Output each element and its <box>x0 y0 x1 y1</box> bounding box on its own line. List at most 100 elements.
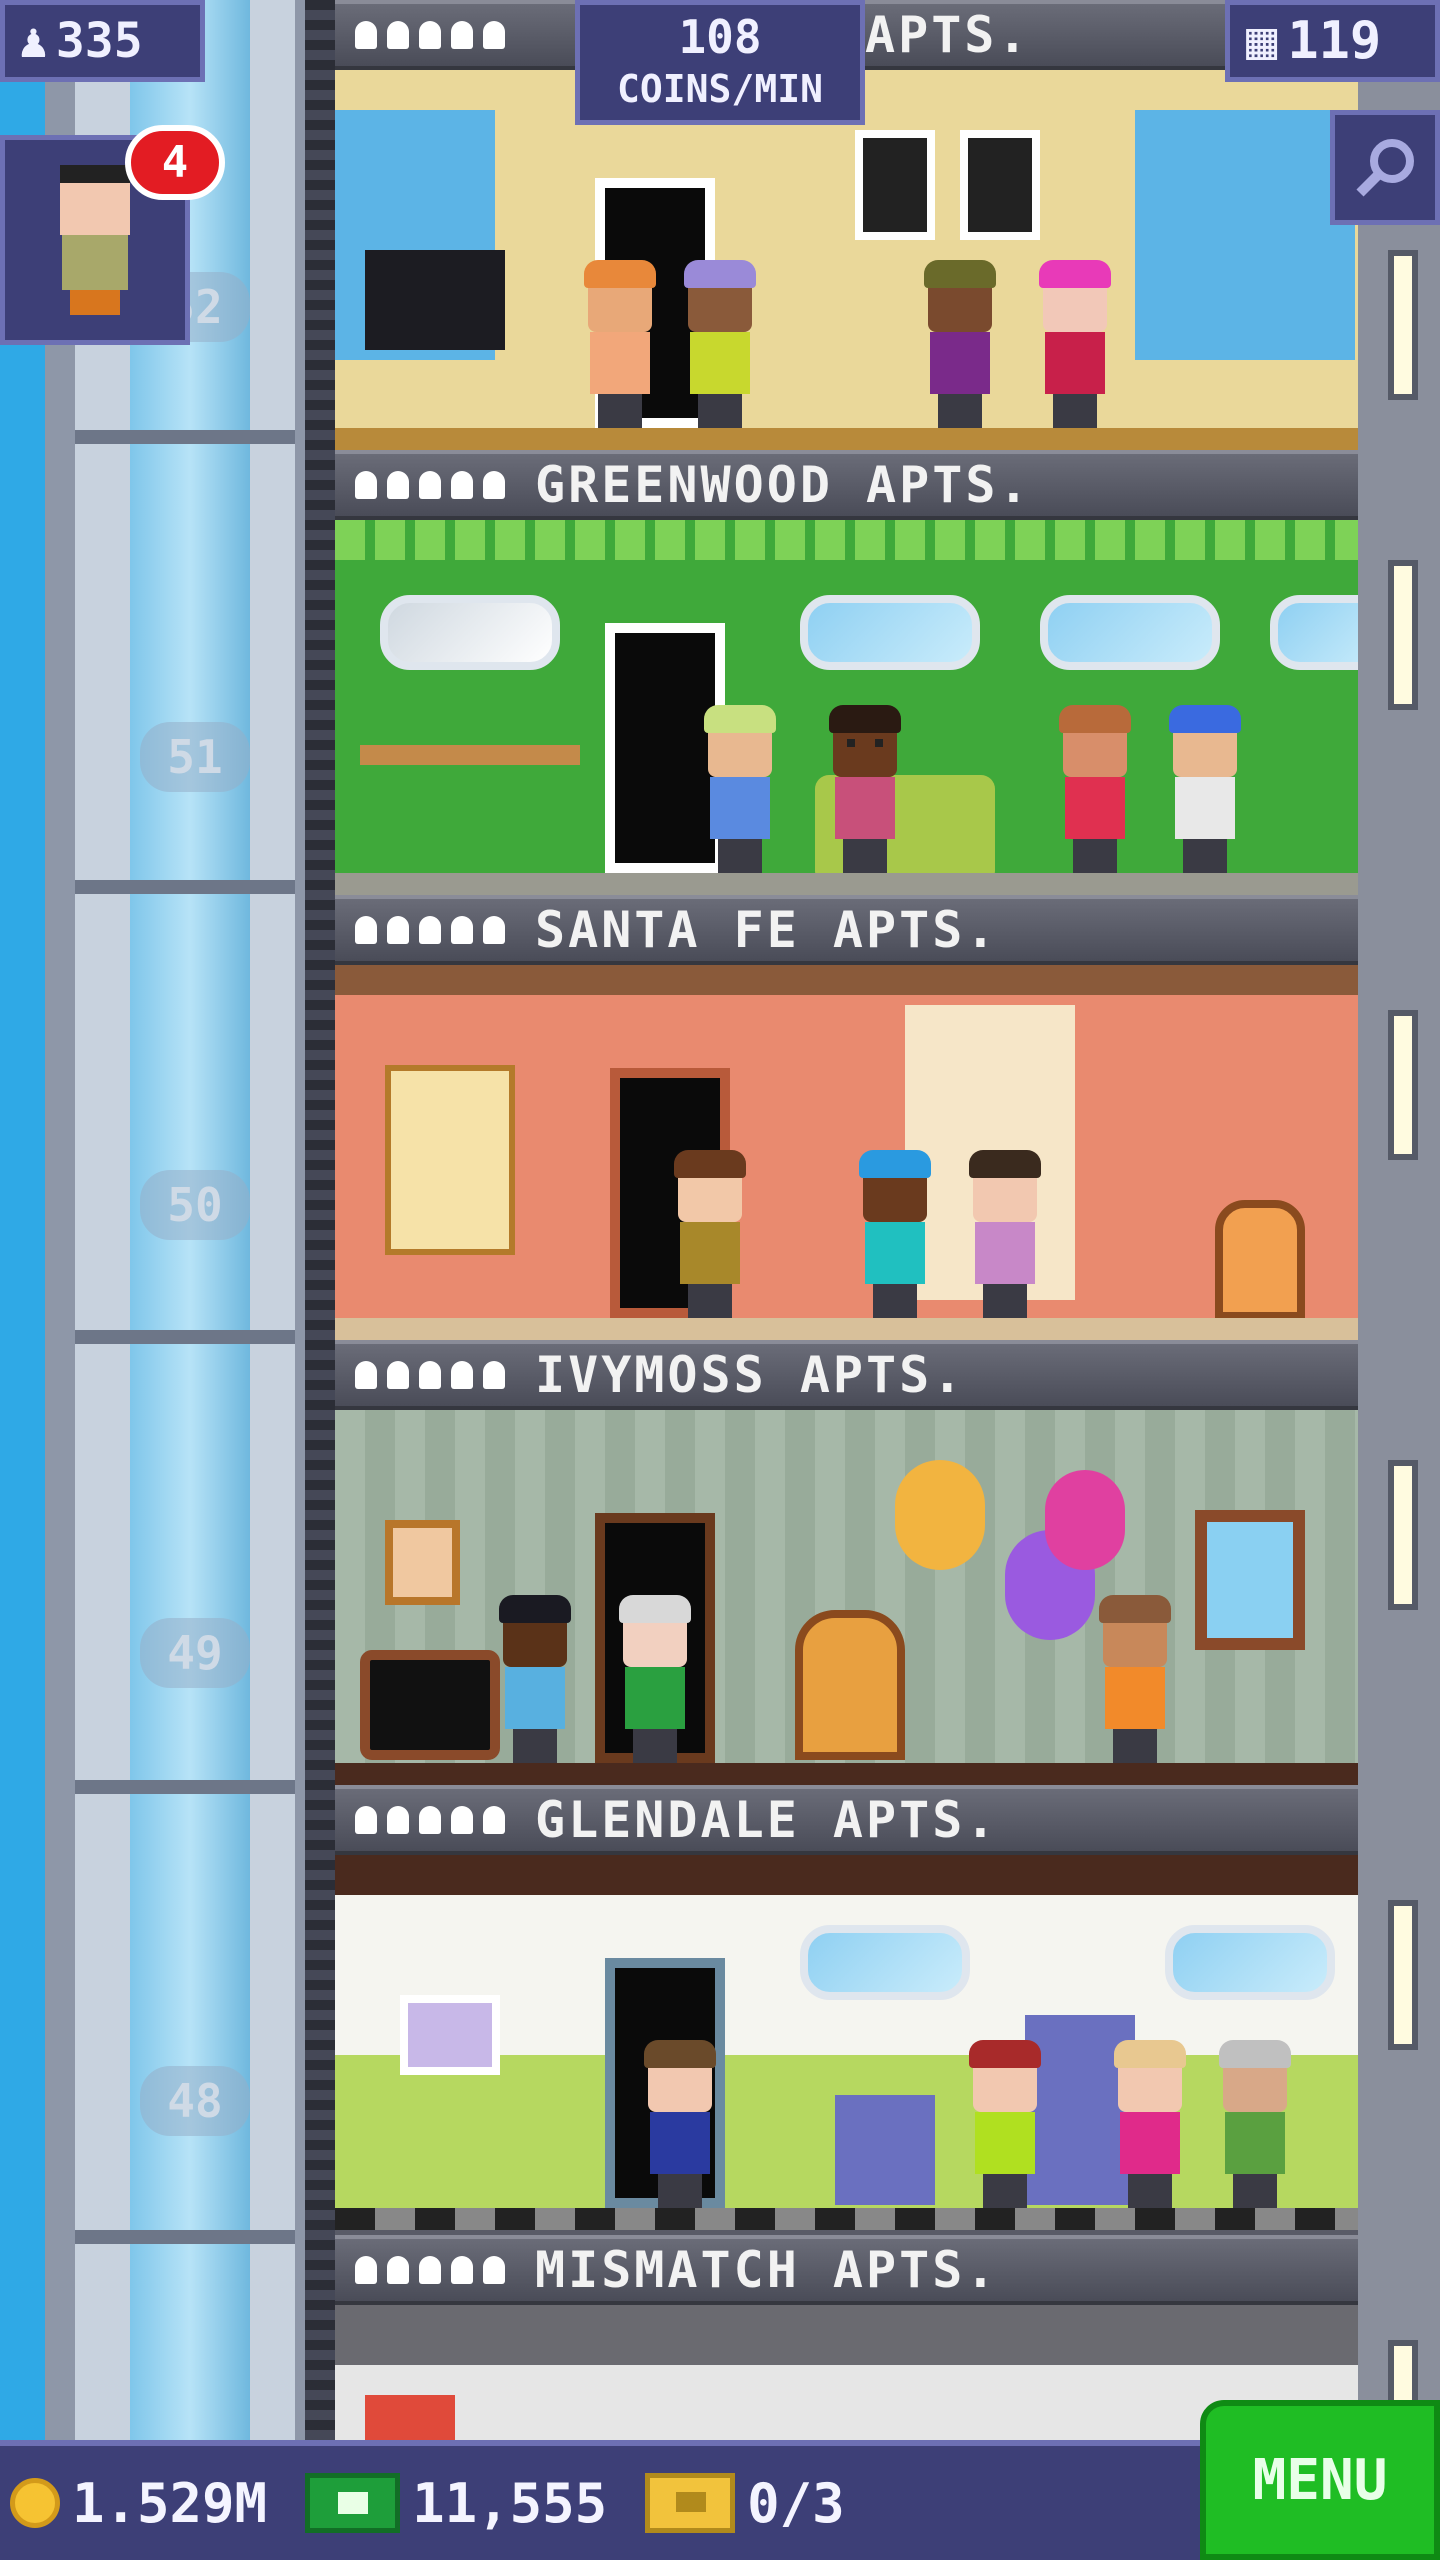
picture-frame <box>960 130 1040 240</box>
floor-room-51[interactable] <box>335 520 1358 895</box>
floor-counter[interactable]: ▦ 119 <box>1225 0 1440 82</box>
tower-bux-icon <box>305 2473 401 2533</box>
picture-frame <box>400 1995 500 2075</box>
resident[interactable] <box>580 260 660 428</box>
picture-frame <box>385 1520 460 1605</box>
elevator-floor-number: 51 <box>140 722 250 792</box>
wall-light <box>1388 1010 1418 1160</box>
wall-rug <box>385 1065 515 1255</box>
tower: APTS. GREENWOOD APTS. SANTA FE APTS. IVY… <box>335 0 1358 2440</box>
floor-sign[interactable]: GLENDALE APTS. <box>335 1785 1358 1855</box>
floor-sign[interactable]: GREENWOOD APTS. <box>335 450 1358 520</box>
floor-name: MISMATCH APTS. <box>535 2241 999 2299</box>
visitor-count-badge: 4 <box>125 125 225 200</box>
ceiling-beam <box>335 965 1358 995</box>
resident[interactable] <box>1215 2040 1295 2208</box>
jukebox <box>795 1610 905 1760</box>
visitor-avatar <box>50 165 140 315</box>
floor-sign[interactable]: MISMATCH APTS. <box>335 2235 1358 2305</box>
coins-per-min-value: 108 <box>678 9 762 64</box>
resident[interactable] <box>1035 260 1115 428</box>
shaft-floor-divider <box>75 1330 295 1344</box>
room-window <box>800 1925 970 2000</box>
room-floor <box>335 1318 1358 1340</box>
floor-occupancy <box>355 21 505 49</box>
floor-occupancy <box>355 1806 505 1834</box>
ticket-icon <box>645 2473 736 2533</box>
resident[interactable] <box>965 1150 1045 1318</box>
tower-right-wall <box>1358 0 1440 2440</box>
chair <box>1215 1200 1305 1320</box>
ceiling-beam <box>335 1855 1358 1895</box>
floor-occupancy <box>355 1361 505 1389</box>
resident[interactable] <box>1165 705 1245 873</box>
stove <box>835 2095 935 2205</box>
coins-per-min-label: COINS/MIN <box>617 66 823 111</box>
shaft-floor-divider <box>75 1780 295 1794</box>
wall-light <box>1388 1900 1418 2050</box>
room-floor <box>335 428 1358 450</box>
coins-value: 1.529M <box>72 2471 268 2535</box>
ceiling-beam <box>335 2305 1358 2365</box>
wall-trim <box>335 520 1358 560</box>
coins-display[interactable]: 1.529M <box>10 2472 267 2535</box>
resident[interactable] <box>855 1150 935 1318</box>
tickets-display[interactable]: 0/3 <box>645 2472 845 2535</box>
picture-frame <box>365 2395 455 2440</box>
building-icon: ▦ <box>1246 11 1278 71</box>
room-window <box>1040 595 1220 670</box>
balloon <box>895 1460 985 1570</box>
picture-frame <box>855 130 935 240</box>
tickets-value: 0/3 <box>747 2471 845 2535</box>
resident[interactable] <box>680 260 760 428</box>
search-button[interactable] <box>1330 110 1440 225</box>
floor-name: APTS. <box>865 6 1031 64</box>
tower-bux-display[interactable]: 11,555 <box>305 2472 607 2535</box>
elevator-floor-number: 50 <box>140 1170 250 1240</box>
floor-room-52[interactable] <box>335 70 1358 450</box>
room-floor <box>335 2208 1358 2230</box>
floor-occupancy <box>355 2256 505 2284</box>
floor-room-48[interactable] <box>335 1855 1358 2230</box>
resident[interactable] <box>920 260 1000 428</box>
mirror <box>380 595 560 670</box>
resident[interactable] <box>615 1595 695 1763</box>
shaft-floor-divider <box>75 430 295 444</box>
floor-count-value: 119 <box>1287 11 1382 71</box>
resident[interactable] <box>1055 705 1135 873</box>
wall-light <box>1388 250 1418 400</box>
elevator-shaft[interactable]: 52 51 50 49 48 <box>0 0 335 2440</box>
resident[interactable] <box>965 2040 1045 2208</box>
floor-room-49[interactable] <box>335 1410 1358 1785</box>
resident[interactable] <box>1095 1595 1175 1763</box>
floor-sign[interactable]: SANTA FE APTS. <box>335 895 1358 965</box>
shaft-floor-divider <box>75 880 295 894</box>
population-counter[interactable]: ♟ 335 <box>0 0 205 82</box>
room-window <box>800 595 980 670</box>
coins-per-minute: 108 COINS/MIN <box>575 0 865 125</box>
shaft-cable-rail <box>305 0 335 2440</box>
resident[interactable] <box>640 2040 720 2208</box>
elevator-floor-number: 48 <box>140 2066 250 2136</box>
floor-name: GLENDALE APTS. <box>535 1791 999 1849</box>
menu-button[interactable]: MENU <box>1200 2400 1440 2560</box>
room-window <box>1270 595 1358 670</box>
wall-shelf <box>360 745 580 765</box>
floor-name: SANTA FE APTS. <box>535 901 999 959</box>
resident[interactable] <box>825 705 905 873</box>
floor-occupancy <box>355 471 505 499</box>
population-value: 335 <box>55 13 143 69</box>
room-window <box>1195 1510 1305 1650</box>
resident[interactable] <box>700 705 780 873</box>
coin-icon <box>10 2478 60 2528</box>
resident[interactable] <box>495 1595 575 1763</box>
tower-bux-value: 11,555 <box>412 2471 608 2535</box>
resident[interactable] <box>1110 2040 1190 2208</box>
balloon <box>1045 1470 1125 1570</box>
floor-room-50[interactable] <box>335 965 1358 1340</box>
floor-name: IVYMOSS APTS. <box>535 1346 966 1404</box>
resident[interactable] <box>670 1150 750 1318</box>
floor-sign[interactable]: IVYMOSS APTS. <box>335 1340 1358 1410</box>
room-floor <box>335 873 1358 895</box>
room-floor <box>335 1763 1358 1785</box>
